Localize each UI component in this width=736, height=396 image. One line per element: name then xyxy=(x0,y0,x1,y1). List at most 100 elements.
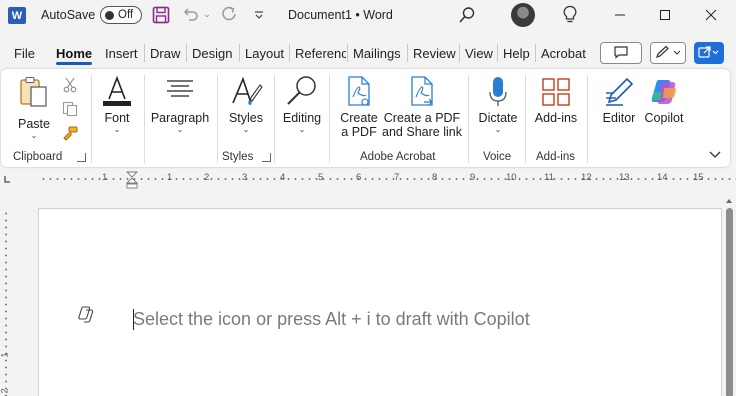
pen-icon xyxy=(655,45,681,62)
paste-button[interactable]: Paste ⌄ xyxy=(14,75,54,141)
tab-file[interactable]: File xyxy=(14,40,35,66)
dictate-dropdown-icon[interactable]: ⌄ xyxy=(495,125,502,135)
clipboard-launcher-icon[interactable] xyxy=(77,153,86,162)
search-icon[interactable] xyxy=(458,6,476,24)
paragraph-icon xyxy=(163,75,197,109)
addins-group-label: Add-ins xyxy=(536,151,575,163)
ruler-number: 6 xyxy=(356,172,362,183)
ruler-number: 4 xyxy=(280,172,286,183)
ruler-number: 2 xyxy=(204,172,210,183)
font-button[interactable]: Font ⌄ xyxy=(97,75,137,135)
tab-selector-icon[interactable] xyxy=(3,175,11,184)
paragraph-button[interactable]: Paragraph ⌄ xyxy=(149,75,211,135)
editing-mode-button[interactable] xyxy=(650,42,686,64)
ruler-number: 3 xyxy=(242,172,248,183)
undo-icon[interactable] xyxy=(181,5,199,23)
group-divider xyxy=(329,75,330,163)
group-divider xyxy=(217,75,218,163)
create-pdf-share-label-line1: Create a PDF xyxy=(383,111,461,125)
undo-dropdown-icon[interactable]: ⌄ xyxy=(202,7,212,21)
ruler-ticks xyxy=(5,210,7,396)
addins-button[interactable]: Add-ins xyxy=(533,75,579,125)
clipboard-group-label: Clipboard xyxy=(13,151,63,163)
format-painter-icon[interactable] xyxy=(61,125,79,143)
dictate-button[interactable]: Dictate ⌄ xyxy=(475,75,521,135)
tab-separator xyxy=(186,44,187,62)
tab-layout[interactable]: Layout xyxy=(245,40,284,66)
tab-review[interactable]: Review xyxy=(413,40,456,66)
editing-button[interactable]: Editing ⌄ xyxy=(281,73,323,135)
minimize-icon[interactable] xyxy=(612,6,628,24)
customize-toolbar-icon[interactable] xyxy=(253,8,265,22)
tab-insert[interactable]: Insert xyxy=(105,40,138,66)
tab-mailings[interactable]: Mailings xyxy=(353,40,401,66)
tab-design[interactable]: Design xyxy=(192,40,232,66)
maximize-icon[interactable] xyxy=(657,6,673,24)
ruler-number: 12 xyxy=(581,172,592,183)
vertical-ruler[interactable]: 1 2 xyxy=(0,210,12,396)
collapse-ribbon-icon[interactable] xyxy=(706,146,724,164)
styles-launcher-icon[interactable] xyxy=(262,153,271,162)
redo-icon[interactable] xyxy=(220,5,238,23)
avatar[interactable] xyxy=(511,3,535,27)
autosave-toggle[interactable]: Off xyxy=(100,6,142,24)
share-icon xyxy=(698,45,720,62)
copilot-label: Copilot xyxy=(644,111,684,125)
ribbon: Paste ⌄ Clipboard Font ⌄ Paragraph ⌄ Sty… xyxy=(1,69,730,167)
tab-separator xyxy=(239,44,240,62)
comments-button[interactable] xyxy=(600,42,642,64)
share-button[interactable] xyxy=(694,42,724,64)
scroll-up-icon[interactable] xyxy=(725,197,733,205)
tab-separator xyxy=(347,44,348,62)
addins-label: Add-ins xyxy=(534,111,578,125)
ruler-number: 10 xyxy=(506,172,517,183)
ruler-number: 1 xyxy=(102,172,108,183)
tab-draw[interactable]: Draw xyxy=(150,40,180,66)
document-page[interactable] xyxy=(38,208,722,396)
copilot-draft-icon[interactable] xyxy=(77,305,95,323)
styles-icon xyxy=(229,75,263,109)
editor-button[interactable]: Editor xyxy=(597,75,641,125)
lightbulb-icon[interactable] xyxy=(562,5,578,25)
tab-acrobat[interactable]: Acrobat xyxy=(541,40,586,66)
ribbon-tabs: File Home Insert Draw Design Layout Refe… xyxy=(0,40,590,66)
ruler-number: 5 xyxy=(318,172,324,183)
editing-icon xyxy=(285,73,319,109)
tab-separator xyxy=(459,44,460,62)
ruler-number: 7 xyxy=(394,172,400,183)
create-pdf-label-line2: a PDF xyxy=(341,125,377,139)
comment-icon xyxy=(613,45,629,62)
document-title: Document1 • Word xyxy=(288,8,393,22)
group-divider xyxy=(91,75,92,163)
ruler-ticks xyxy=(40,178,736,180)
create-pdf-share-label-line2: and Share link xyxy=(382,125,462,139)
paste-dropdown-icon[interactable]: ⌄ xyxy=(31,131,38,141)
scrollbar-thumb[interactable] xyxy=(726,208,733,396)
save-icon[interactable] xyxy=(152,6,170,24)
dictate-label: Dictate xyxy=(478,111,518,125)
styles-button[interactable]: Styles ⌄ xyxy=(225,75,267,135)
close-icon[interactable] xyxy=(703,6,719,24)
tab-separator xyxy=(407,44,408,62)
create-pdf-share-button[interactable]: Create a PDF and Share link xyxy=(382,75,462,139)
create-pdf-button[interactable]: Create a PDF xyxy=(337,75,381,139)
word-logo: W xyxy=(8,7,26,24)
copilot-button[interactable]: Copilot xyxy=(641,75,687,125)
cut-icon[interactable] xyxy=(61,76,79,94)
group-divider xyxy=(274,75,275,163)
indent-marker-icon[interactable] xyxy=(126,171,138,189)
tab-view[interactable]: View xyxy=(465,40,493,66)
tab-references[interactable]: Referenc xyxy=(295,40,346,66)
tab-separator xyxy=(535,44,536,62)
tab-help[interactable]: Help xyxy=(503,40,530,66)
copy-icon[interactable] xyxy=(61,100,79,118)
ruler-number: 9 xyxy=(470,172,476,183)
copilot-draft-placeholder[interactable]: Select the icon or press Alt + i to draf… xyxy=(133,309,530,330)
tab-home[interactable]: Home xyxy=(56,40,93,66)
autosave-state: Off xyxy=(118,9,134,21)
create-pdf-icon xyxy=(342,75,376,109)
vertical-scrollbar[interactable] xyxy=(724,196,734,396)
editor-icon xyxy=(602,75,636,109)
create-pdf-share-icon xyxy=(405,75,439,109)
horizontal-ruler[interactable]: 1 1 2 3 4 5 6 7 8 9 10 11 12 13 14 15 xyxy=(40,171,736,189)
